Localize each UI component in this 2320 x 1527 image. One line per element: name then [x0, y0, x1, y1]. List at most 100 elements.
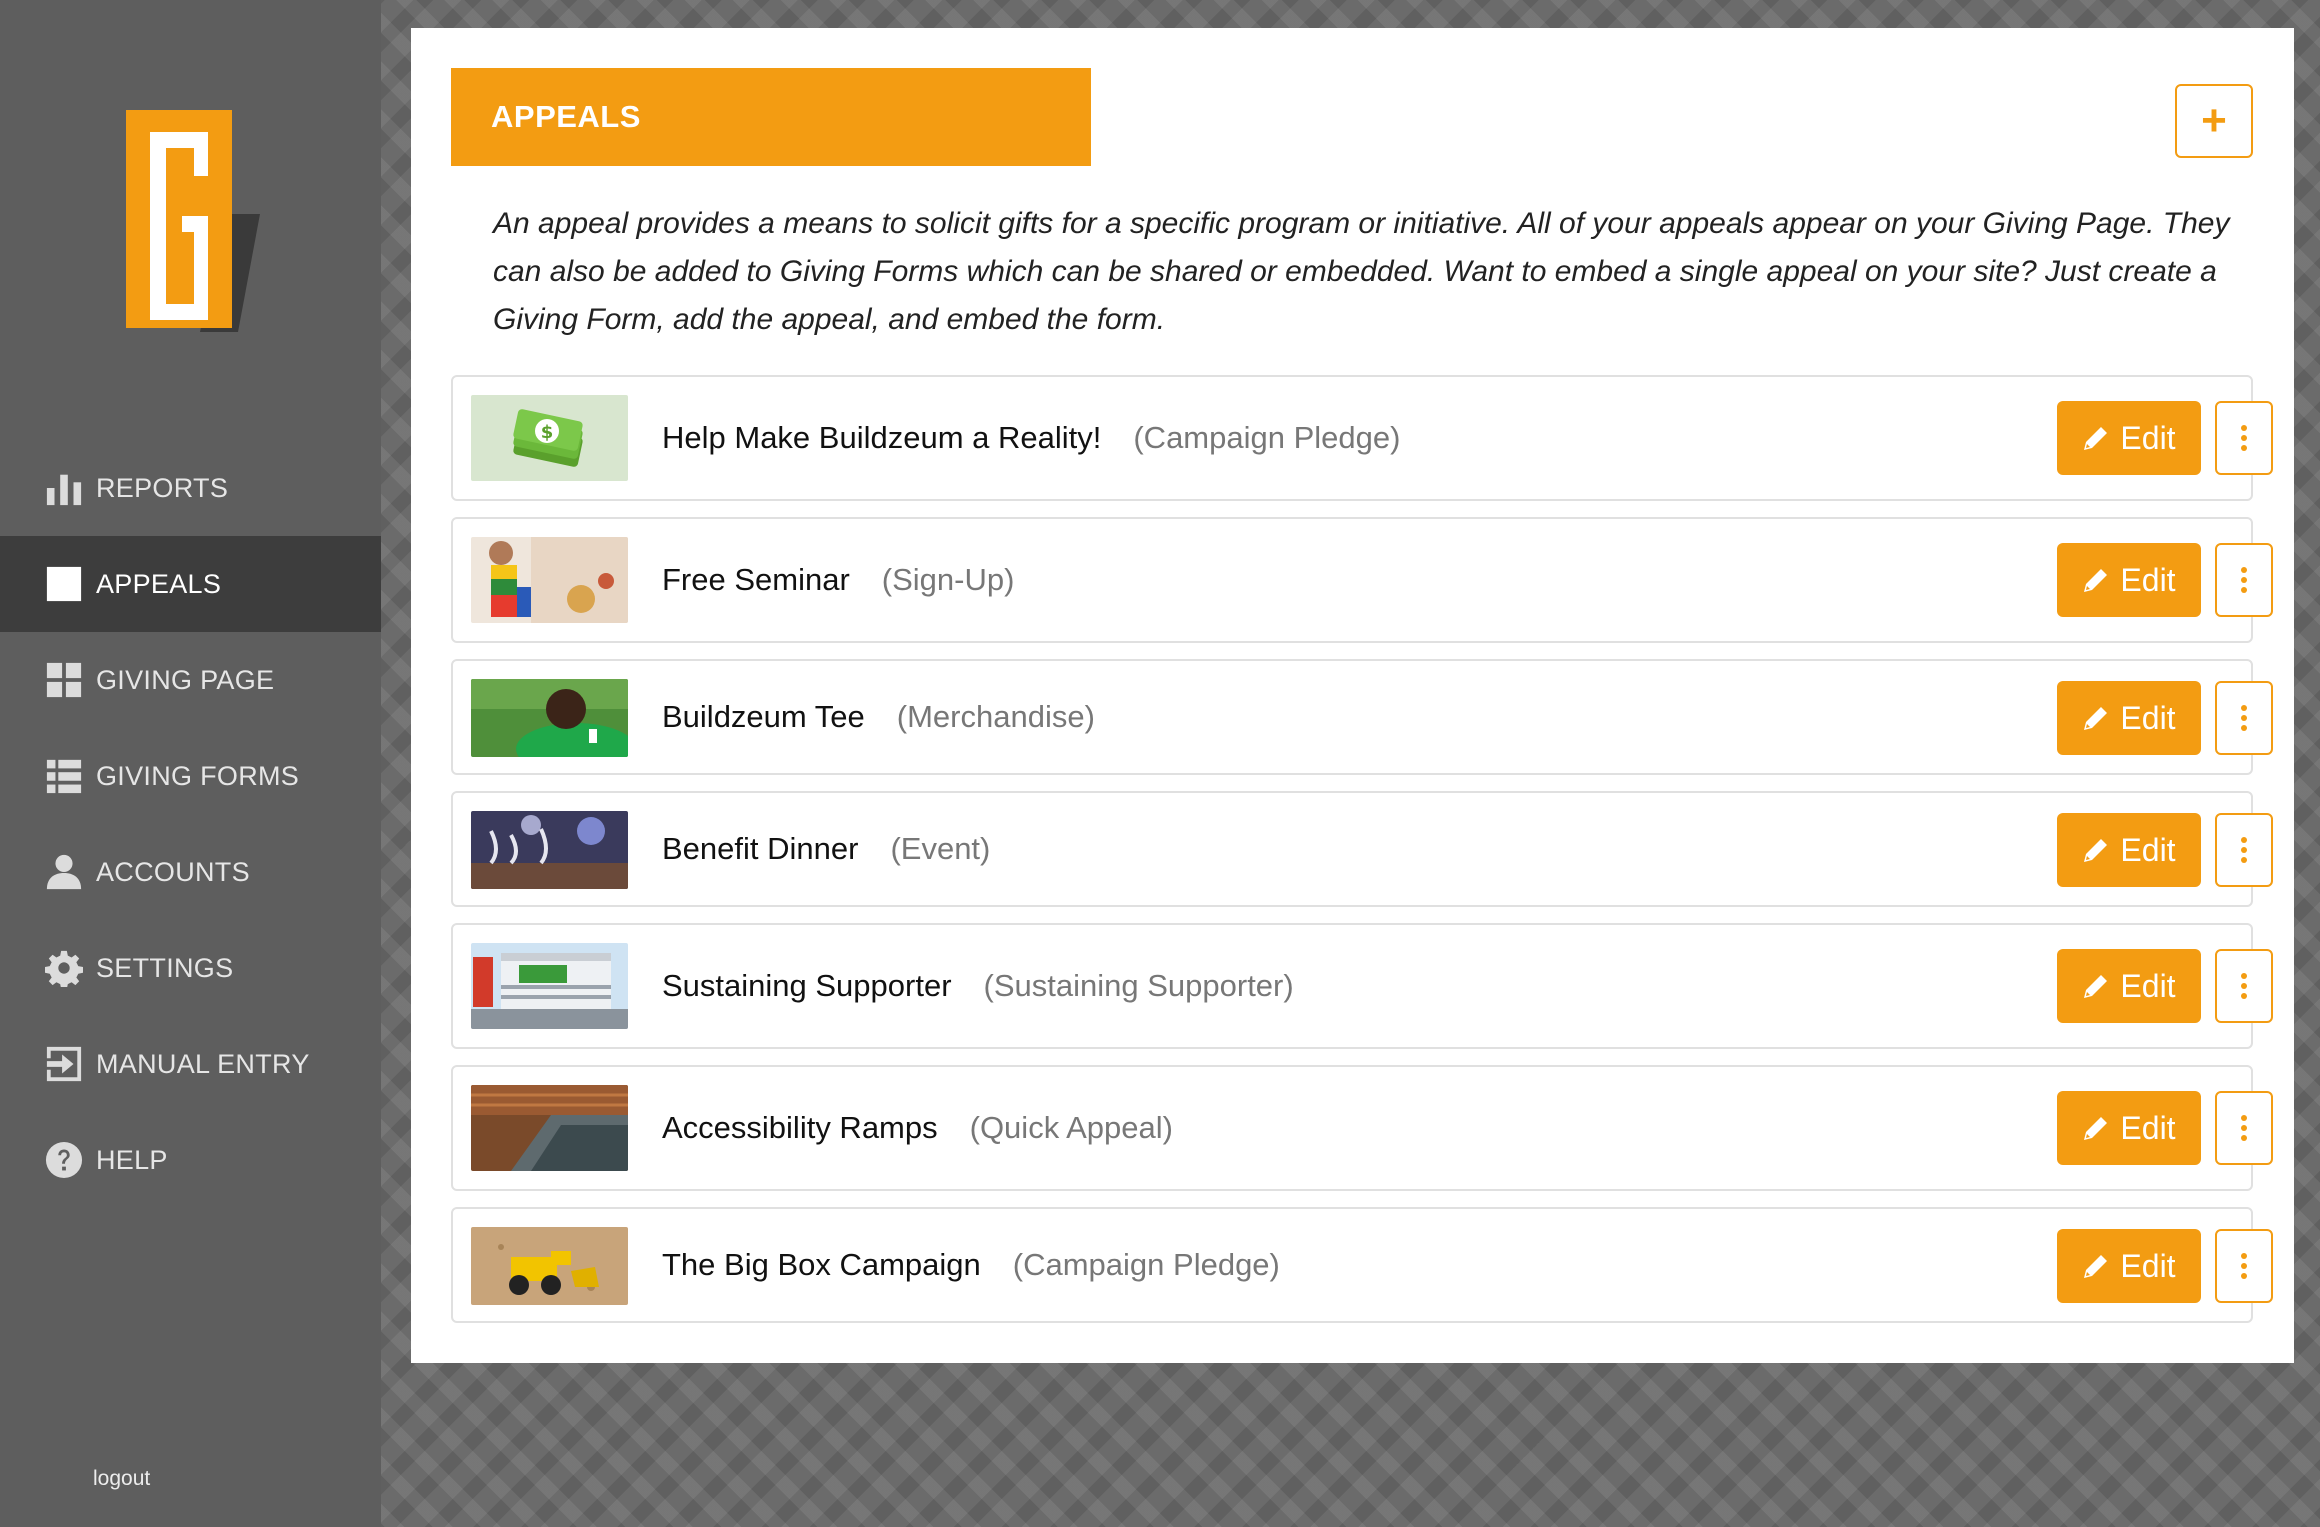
appeals-panel: APPEALS + An appeal provides a means to …: [411, 28, 2294, 1363]
vertical-dots-icon: [2241, 705, 2247, 731]
more-options-button[interactable]: [2215, 949, 2273, 1023]
vertical-dots-icon: [2241, 1253, 2247, 1279]
appeal-thumbnail: [471, 943, 628, 1029]
bar-chart-icon: [44, 468, 84, 508]
page-title: APPEALS: [451, 68, 1091, 166]
appeal-thumbnail: [471, 679, 628, 757]
sidebar-item-label: ACCOUNTS: [96, 856, 250, 887]
sidebar: REPORTS APPEALS GIVING PAGE GIVING FORMS…: [0, 0, 381, 1527]
edit-label: Edit: [2120, 831, 2176, 868]
question-icon: [44, 1140, 84, 1180]
vertical-dots-icon: [2241, 837, 2247, 863]
sidebar-item-settings[interactable]: SETTINGS: [0, 920, 381, 1016]
svg-text:$: $: [541, 422, 554, 443]
sidebar-item-manual-entry[interactable]: MANUAL ENTRY: [0, 1016, 381, 1112]
appeal-thumbnail: [471, 1085, 628, 1171]
sidebar-item-label: GIVING FORMS: [96, 760, 300, 791]
sidebar-item-giving-forms[interactable]: GIVING FORMS: [0, 728, 381, 824]
sidebar-item-label: HELP: [96, 1144, 168, 1175]
appeal-thumbnail: [471, 811, 628, 889]
edit-label: Edit: [2120, 419, 2176, 456]
edit-button[interactable]: Edit: [2057, 543, 2201, 617]
sidebar-item-label: REPORTS: [96, 472, 229, 503]
appeal-row: Buildzeum Tee (Merchandise) Edit: [451, 659, 2273, 775]
buildzeum-logo[interactable]: [120, 108, 260, 332]
appeal-type: (Quick Appeal): [969, 1110, 1173, 1145]
appeal-name[interactable]: Help Make Buildzeum a Reality! (Campaign…: [662, 377, 1400, 499]
more-options-button[interactable]: [2215, 543, 2273, 617]
appeal-title[interactable]: Accessibility Ramps: [662, 1110, 938, 1146]
add-appeal-button[interactable]: +: [2175, 84, 2253, 158]
sidebar-item-label: GIVING PAGE: [96, 664, 275, 695]
appeal-type: (Merchandise): [896, 699, 1095, 734]
edit-button[interactable]: Edit: [2057, 949, 2201, 1023]
appeal-thumbnail: [471, 1227, 628, 1305]
more-options-button[interactable]: [2215, 1091, 2273, 1165]
user-icon: [44, 852, 84, 892]
appeal-type: (Sustaining Supporter): [983, 968, 1294, 1003]
appeal-title[interactable]: Buildzeum Tee: [662, 699, 865, 735]
appeal-row: Accessibility Ramps (Quick Appeal) Edit: [451, 1065, 2273, 1191]
vertical-dots-icon: [2241, 973, 2247, 999]
vertical-dots-icon: [2241, 1115, 2247, 1141]
sidebar-nav: REPORTS APPEALS GIVING PAGE GIVING FORMS…: [0, 440, 381, 1208]
appeal-name[interactable]: Accessibility Ramps (Quick Appeal): [662, 1067, 1173, 1189]
pencil-icon: [2084, 569, 2108, 592]
page-description: An appeal provides a means to solicit gi…: [493, 207, 2230, 336]
more-options-button[interactable]: [2215, 813, 2273, 887]
appeal-name[interactable]: Sustaining Supporter (Sustaining Support…: [662, 925, 1294, 1047]
edit-label: Edit: [2120, 561, 2176, 598]
appeal-name[interactable]: Buildzeum Tee (Merchandise): [662, 661, 1095, 773]
appeal-thumbnail: $: [471, 395, 628, 481]
pencil-icon: [2084, 1255, 2108, 1278]
sidebar-item-giving-page[interactable]: GIVING PAGE: [0, 632, 381, 728]
appeal-title[interactable]: Sustaining Supporter: [662, 968, 952, 1004]
appeal-title[interactable]: The Big Box Campaign: [662, 1247, 981, 1283]
appeal-row: $ Help Make Buildzeum a Reality! (Campai…: [451, 375, 2273, 501]
edit-label: Edit: [2120, 967, 2176, 1004]
edit-label: Edit: [2120, 1109, 2176, 1146]
list-icon: [44, 756, 84, 796]
logout-link[interactable]: logout: [93, 1467, 150, 1491]
square-icon: [44, 564, 84, 604]
appeal-title[interactable]: Benefit Dinner: [662, 831, 858, 867]
pencil-icon: [2084, 707, 2108, 730]
edit-label: Edit: [2120, 699, 2176, 736]
sidebar-item-accounts[interactable]: ACCOUNTS: [0, 824, 381, 920]
edit-button[interactable]: Edit: [2057, 1229, 2201, 1303]
pencil-icon: [2084, 975, 2108, 998]
appeal-type: (Sign-Up): [881, 562, 1015, 597]
pencil-icon: [2084, 839, 2108, 862]
grid-icon: [44, 660, 84, 700]
appeal-type: (Campaign Pledge): [1012, 1247, 1280, 1282]
appeal-thumbnail: [471, 537, 628, 623]
edit-button[interactable]: Edit: [2057, 681, 2201, 755]
sidebar-item-label: MANUAL ENTRY: [96, 1048, 310, 1079]
appeal-name[interactable]: Free Seminar (Sign-Up): [662, 519, 1014, 641]
appeal-name[interactable]: Benefit Dinner (Event): [662, 793, 990, 905]
appeal-title[interactable]: Help Make Buildzeum a Reality!: [662, 420, 1101, 456]
sidebar-item-label: SETTINGS: [96, 952, 234, 983]
more-options-button[interactable]: [2215, 1229, 2273, 1303]
appeal-title[interactable]: Free Seminar: [662, 562, 850, 598]
appeal-row: The Big Box Campaign (Campaign Pledge) E…: [451, 1207, 2273, 1323]
more-options-button[interactable]: [2215, 681, 2273, 755]
vertical-dots-icon: [2241, 567, 2247, 593]
sidebar-item-appeals[interactable]: APPEALS: [0, 536, 381, 632]
edit-button[interactable]: Edit: [2057, 813, 2201, 887]
pencil-icon: [2084, 427, 2108, 450]
pencil-icon: [2084, 1117, 2108, 1140]
appeal-type: (Campaign Pledge): [1133, 420, 1401, 455]
edit-button[interactable]: Edit: [2057, 401, 2201, 475]
appeal-row: Sustaining Supporter (Sustaining Support…: [451, 923, 2273, 1049]
vertical-dots-icon: [2241, 425, 2247, 451]
edit-label: Edit: [2120, 1247, 2176, 1284]
sidebar-item-help[interactable]: HELP: [0, 1112, 381, 1208]
sidebar-item-reports[interactable]: REPORTS: [0, 440, 381, 536]
edit-button[interactable]: Edit: [2057, 1091, 2201, 1165]
appeal-row: Free Seminar (Sign-Up) Edit: [451, 517, 2273, 643]
sidebar-item-label: APPEALS: [96, 568, 222, 599]
arrow-right-icon: [44, 1044, 84, 1084]
more-options-button[interactable]: [2215, 401, 2273, 475]
appeal-name[interactable]: The Big Box Campaign (Campaign Pledge): [662, 1209, 1280, 1321]
